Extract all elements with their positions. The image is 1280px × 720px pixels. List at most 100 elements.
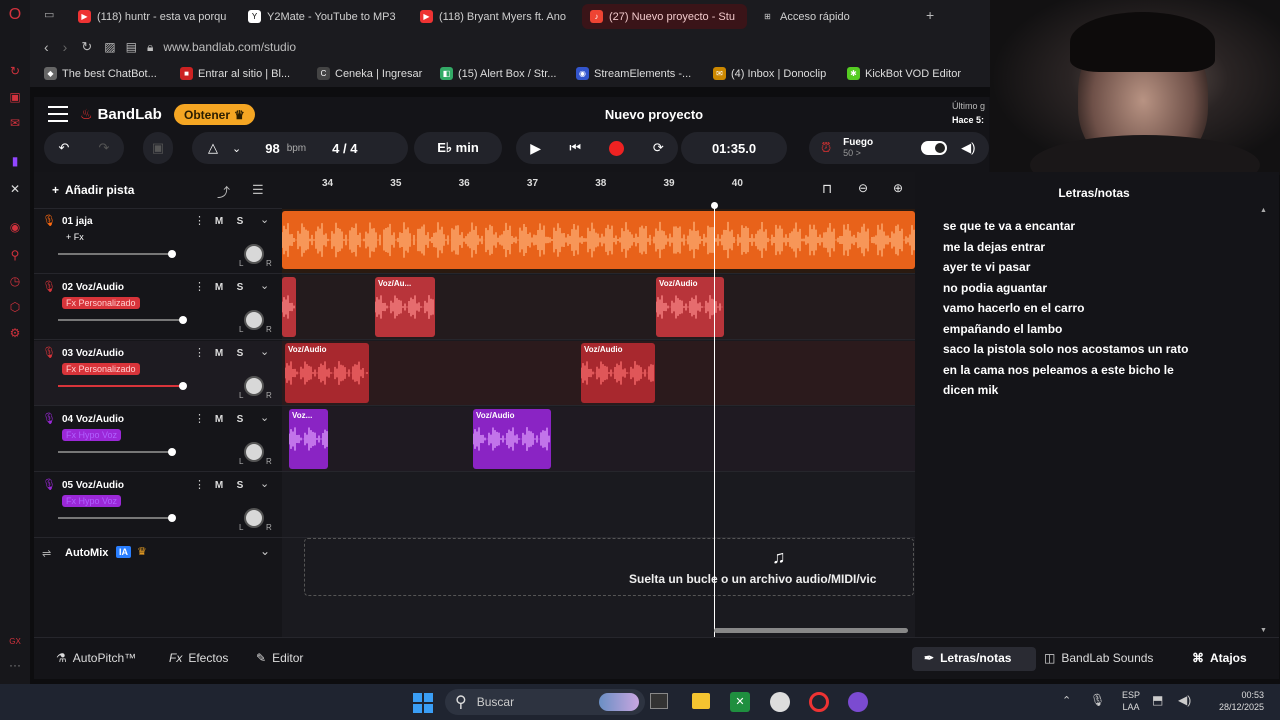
add-track-button[interactable]: + Añadir pista (52, 183, 134, 197)
effects-button[interactable]: Fx Efectos (169, 651, 228, 665)
loop-icon[interactable]: ⟳ (653, 140, 664, 156)
audio-clip[interactable] (282, 211, 915, 269)
snapshot-icon[interactable]: ▨ (104, 40, 115, 54)
mute-button[interactable]: M (210, 280, 228, 296)
track-row[interactable]: 🎙︎ 03 Voz/Audio Fx Personalizado ⋮ M S ⌄… (34, 341, 282, 406)
mixer-icon[interactable]: ☰ (252, 182, 264, 198)
language-indicator[interactable]: ESP LAA (1122, 689, 1140, 713)
zoom-in-icon[interactable]: ⊕ (893, 181, 903, 195)
bookmark[interactable]: ✉ (4) Inbox | Donoclip (713, 67, 826, 80)
settings-icon[interactable]: ⚙ (6, 324, 24, 342)
reload-icon[interactable]: ↻ (81, 39, 92, 55)
volume-knob[interactable] (168, 448, 176, 456)
tab[interactable]: ▶ (118) huntr - esta va porqu (70, 4, 235, 29)
volume-slider[interactable] (58, 316, 187, 324)
volume-knob[interactable] (179, 316, 187, 324)
track-lane[interactable]: Voz... Voz/Audio (282, 407, 915, 472)
speaker-icon[interactable]: ◀︎) (1178, 693, 1191, 707)
play-icon[interactable]: ▶ (530, 140, 541, 157)
pan-knob[interactable] (244, 376, 264, 396)
lyric-line[interactable]: me la dejas entrar (943, 237, 1263, 258)
automix-row[interactable]: ⇌ AutoMix IA ♛ ⌄ (34, 537, 282, 567)
lyric-line[interactable]: empañando el lambo (943, 319, 1263, 340)
more-vertical-icon[interactable]: ⋮ (194, 214, 205, 227)
volume-slider[interactable] (58, 514, 176, 522)
player-icon[interactable]: ◉ (6, 218, 24, 236)
track-lane[interactable]: Voz/Au... Voz/Audio (282, 275, 915, 340)
track-name[interactable]: 04 Voz/Audio (62, 414, 124, 425)
track-name[interactable]: 02 Voz/Audio (62, 282, 124, 293)
task-view-icon[interactable] (650, 693, 668, 709)
track-row[interactable]: 🎙︎ 04 Voz/Audio Fx Hypo Voz ⋮ M S ⌄ L R (34, 407, 282, 472)
track-lane[interactable] (282, 209, 915, 274)
microphone-icon[interactable]: 🎙︎ (1090, 693, 1105, 707)
volume-knob[interactable] (179, 382, 187, 390)
tab-menu-icon[interactable]: ▭ (44, 8, 58, 22)
download-icon[interactable]: ▤ (126, 40, 137, 54)
more-vertical-icon[interactable]: ⋮ (194, 478, 205, 491)
bookmark[interactable]: ✱ KickBot VOD Editor (847, 67, 961, 80)
audio-clip[interactable] (282, 277, 296, 337)
more-vertical-icon[interactable]: ⋮ (194, 346, 205, 359)
autopitch-button[interactable]: ⚗ AutoPitch™ (56, 651, 136, 665)
solo-button[interactable]: S (231, 412, 249, 428)
drop-zone[interactable]: ♫ Suelta un bucle o un archivo audio/MID… (304, 538, 914, 596)
url-field[interactable]: www.bandlab.com/studio (163, 40, 296, 54)
solo-button[interactable]: S (231, 214, 249, 230)
bookmark[interactable]: ◆ The best ChatBot... (44, 67, 157, 80)
fuego-toggle[interactable] (921, 141, 948, 155)
lyrics-editor[interactable]: se que te va a encantar me la dejas entra… (943, 216, 1263, 401)
track-row[interactable]: 🎙︎ 01 jaja + Fx ⋮ M S ⌄ L R (34, 209, 282, 274)
pan-knob[interactable] (244, 244, 264, 264)
undo-icon[interactable]: ↶ (59, 140, 70, 156)
volume-slider[interactable] (58, 250, 176, 258)
lyric-line[interactable]: no podia aguantar (943, 278, 1263, 299)
lyric-line[interactable]: ayer te vi pasar (943, 257, 1263, 278)
automation-icon[interactable]: ⤴ (217, 182, 230, 201)
skip-back-icon[interactable]: ⏮︎ (569, 140, 581, 156)
lyrics-button[interactable]: ✒ Letras/notas (924, 651, 1011, 665)
sidebar-app-icon[interactable]: ▣ (6, 88, 24, 106)
lyric-line[interactable]: vamo hacerlo en el carro (943, 298, 1263, 319)
bandlab-logo[interactable]: ♨ BandLab (80, 106, 162, 123)
xbox-icon[interactable]: ✕ (730, 692, 750, 712)
time-signature[interactable]: 4 / 4 (332, 141, 357, 156)
tab[interactable]: Y Y2Mate - YouTube to MP3 (240, 4, 405, 29)
volume-icon[interactable]: ◀︎) (961, 140, 975, 156)
chrome-icon[interactable] (770, 692, 790, 712)
volume-knob[interactable] (168, 514, 176, 522)
volume-slider[interactable] (58, 382, 187, 390)
clock-icon[interactable]: ◷ (6, 272, 24, 290)
track-fx-badge[interactable]: Fx Hypo Voz (62, 495, 122, 507)
clock[interactable]: 00:53 28/12/2025 (1204, 689, 1264, 713)
pin-icon[interactable]: ⚲ (6, 246, 24, 264)
bpm-value[interactable]: 98 (265, 141, 279, 156)
opera-gx-icon[interactable] (809, 692, 829, 712)
scroll-down-icon[interactable]: ▼ (1260, 627, 1267, 634)
new-tab-icon[interactable]: + (926, 7, 934, 23)
windows-start-icon[interactable] (413, 693, 433, 713)
track-name[interactable]: 05 Voz/Audio (62, 480, 124, 491)
file-explorer-icon[interactable] (692, 693, 710, 709)
pan-knob[interactable] (244, 442, 264, 462)
more-icon[interactable]: ··· (6, 656, 24, 674)
menu-icon[interactable] (48, 106, 68, 122)
obtain-button[interactable]: Obtener ♛ (174, 104, 255, 125)
more-vertical-icon[interactable]: ⋮ (194, 412, 205, 425)
playhead-handle[interactable] (711, 202, 718, 209)
forward-icon[interactable]: › (63, 39, 68, 55)
chevron-down-icon[interactable]: ⌄ (232, 142, 241, 155)
more-vertical-icon[interactable]: ⋮ (194, 280, 205, 293)
lyric-line[interactable]: saco la pistola solo nos acostamos un ra… (943, 339, 1263, 360)
chevron-down-icon[interactable]: ⌄ (260, 279, 269, 292)
bookmark[interactable]: ◧ (15) Alert Box / Str... (440, 67, 556, 80)
project-title[interactable]: Nuevo proyecto (554, 107, 754, 122)
bookmark[interactable]: C Ceneka | Ingresar (317, 67, 422, 80)
cube-icon[interactable]: ⬡ (6, 298, 24, 316)
playhead[interactable] (714, 204, 715, 637)
audio-clip[interactable]: Voz... (289, 409, 328, 469)
track-name[interactable]: 03 Voz/Audio (62, 348, 124, 359)
pan-knob[interactable] (244, 310, 264, 330)
network-icon[interactable]: ⬒ (1152, 693, 1163, 707)
twitch-icon[interactable]: ▮ (6, 152, 24, 170)
